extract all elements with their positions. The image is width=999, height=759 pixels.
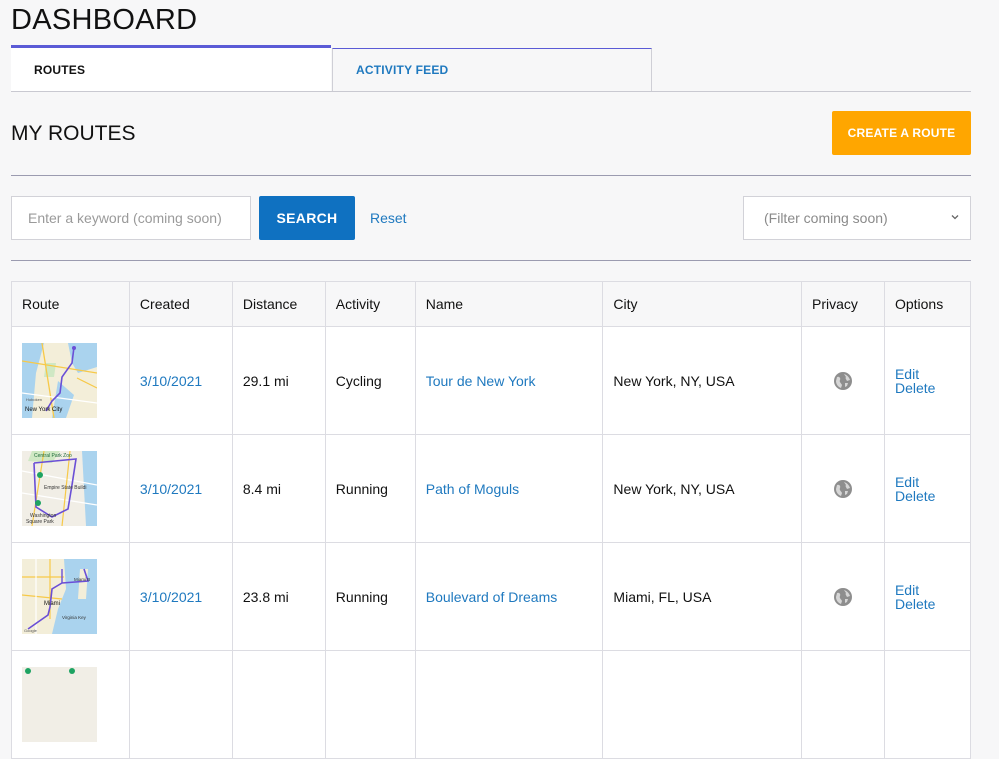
name-cell: Path of Moguls bbox=[414, 434, 604, 543]
create-route-button[interactable]: CREATE A ROUTE bbox=[832, 111, 971, 155]
distance-cell bbox=[231, 650, 326, 759]
column-header-activity: Activity bbox=[324, 281, 416, 327]
delete-link[interactable]: Delete bbox=[895, 597, 960, 611]
globe-icon bbox=[834, 587, 853, 606]
distance-cell: 8.4 mi bbox=[231, 434, 326, 543]
created-date-link[interactable]: 3/10/2021 bbox=[140, 373, 202, 389]
privacy-cell bbox=[801, 434, 885, 543]
route-cell bbox=[11, 650, 130, 759]
divider bbox=[11, 175, 971, 176]
options-cell bbox=[883, 650, 972, 759]
distance-cell: 23.8 mi bbox=[231, 542, 326, 651]
route-name-link[interactable]: Path of Moguls bbox=[426, 481, 519, 497]
name-cell: Boulevard of Dreams bbox=[414, 542, 604, 651]
name-cell: Tour de New York bbox=[414, 326, 604, 435]
table-header-row: Route Created Distance Activity Name Cit… bbox=[11, 281, 972, 327]
tab-routes[interactable]: ROUTES bbox=[11, 45, 331, 91]
route-cell: Miami Miami B Virginia Key Google bbox=[11, 542, 130, 651]
city-cell: Miami, FL, USA bbox=[602, 542, 803, 651]
table-row: Central Park Zoo Empire State Buildi Was… bbox=[11, 434, 972, 543]
column-header-distance: Distance bbox=[231, 281, 326, 327]
route-name-link[interactable]: Boulevard of Dreams bbox=[426, 589, 558, 605]
created-cell: 3/10/2021 bbox=[128, 542, 233, 651]
created-cell: 3/10/2021 bbox=[128, 326, 233, 435]
table-row bbox=[11, 650, 972, 759]
tab-bar: ROUTES ACTIVITY FEED bbox=[11, 45, 971, 92]
route-name-link[interactable]: Tour de New York bbox=[426, 373, 536, 389]
globe-icon bbox=[834, 479, 853, 498]
reset-link[interactable]: Reset bbox=[370, 210, 407, 226]
created-cell: 3/10/2021 bbox=[128, 434, 233, 543]
column-header-options: Options bbox=[883, 281, 972, 327]
table-row: Miami Miami B Virginia Key Google 3/10/2… bbox=[11, 542, 972, 651]
filter-select[interactable]: (Filter coming soon) bbox=[743, 196, 971, 240]
delete-link[interactable]: Delete bbox=[895, 489, 960, 503]
route-map-thumbnail[interactable]: Miami Miami B Virginia Key Google bbox=[22, 559, 97, 634]
route-map-thumbnail[interactable]: Central Park Zoo Empire State Buildi Was… bbox=[22, 451, 97, 526]
column-header-created: Created bbox=[128, 281, 233, 327]
map-label: Miami B bbox=[74, 577, 90, 582]
activity-cell bbox=[324, 650, 416, 759]
activity-cell: Running bbox=[324, 542, 416, 651]
column-header-privacy: Privacy bbox=[801, 281, 885, 327]
route-map-thumbnail[interactable]: New York City Hoboken bbox=[22, 343, 97, 418]
search-input[interactable] bbox=[11, 196, 251, 240]
route-cell: New York City Hoboken bbox=[11, 326, 130, 435]
options-cell: Edit Delete bbox=[883, 542, 972, 651]
privacy-cell bbox=[801, 650, 885, 759]
column-header-city: City bbox=[602, 281, 803, 327]
map-label: Miami bbox=[44, 601, 60, 607]
routes-table: Route Created Distance Activity Name Cit… bbox=[11, 281, 972, 759]
map-label: Central Park Zoo bbox=[34, 453, 72, 459]
chevron-down-icon bbox=[951, 215, 959, 220]
column-header-name: Name bbox=[414, 281, 604, 327]
edit-link[interactable]: Edit bbox=[895, 475, 960, 489]
globe-icon bbox=[834, 371, 853, 390]
created-date-link[interactable]: 3/10/2021 bbox=[140, 589, 202, 605]
edit-link[interactable]: Edit bbox=[895, 367, 960, 381]
section-title: MY ROUTES bbox=[11, 122, 136, 145]
activity-cell: Cycling bbox=[324, 326, 416, 435]
edit-link[interactable]: Edit bbox=[895, 583, 960, 597]
search-button[interactable]: SEARCH bbox=[259, 196, 355, 240]
column-header-route: Route bbox=[11, 281, 130, 327]
name-cell bbox=[414, 650, 604, 759]
delete-link[interactable]: Delete bbox=[895, 381, 960, 395]
created-date-link[interactable]: 3/10/2021 bbox=[140, 481, 202, 497]
activity-cell: Running bbox=[324, 434, 416, 543]
distance-cell: 29.1 mi bbox=[231, 326, 326, 435]
route-cell: Central Park Zoo Empire State Buildi Was… bbox=[11, 434, 130, 543]
city-cell: New York, NY, USA bbox=[602, 434, 803, 543]
map-label: Virginia Key bbox=[62, 615, 87, 620]
map-label: Square Park bbox=[26, 519, 54, 525]
map-label: New York City bbox=[25, 407, 62, 413]
tab-activity-feed[interactable]: ACTIVITY FEED bbox=[332, 48, 652, 91]
options-cell: Edit Delete bbox=[883, 434, 972, 543]
options-cell: Edit Delete bbox=[883, 326, 972, 435]
created-cell bbox=[128, 650, 233, 759]
map-label: Google bbox=[24, 628, 38, 633]
divider bbox=[11, 260, 971, 261]
map-label: Hoboken bbox=[26, 397, 42, 402]
privacy-cell bbox=[801, 542, 885, 651]
privacy-cell bbox=[801, 326, 885, 435]
table-row: New York City Hoboken 3/10/2021 29.1 mi … bbox=[11, 326, 972, 435]
city-cell bbox=[602, 650, 803, 759]
page-title: DASHBOARD bbox=[11, 4, 198, 36]
filter-placeholder: (Filter coming soon) bbox=[764, 210, 888, 226]
map-label: Empire State Buildi bbox=[44, 485, 87, 491]
city-cell: New York, NY, USA bbox=[602, 326, 803, 435]
route-map-thumbnail[interactable] bbox=[22, 667, 97, 742]
